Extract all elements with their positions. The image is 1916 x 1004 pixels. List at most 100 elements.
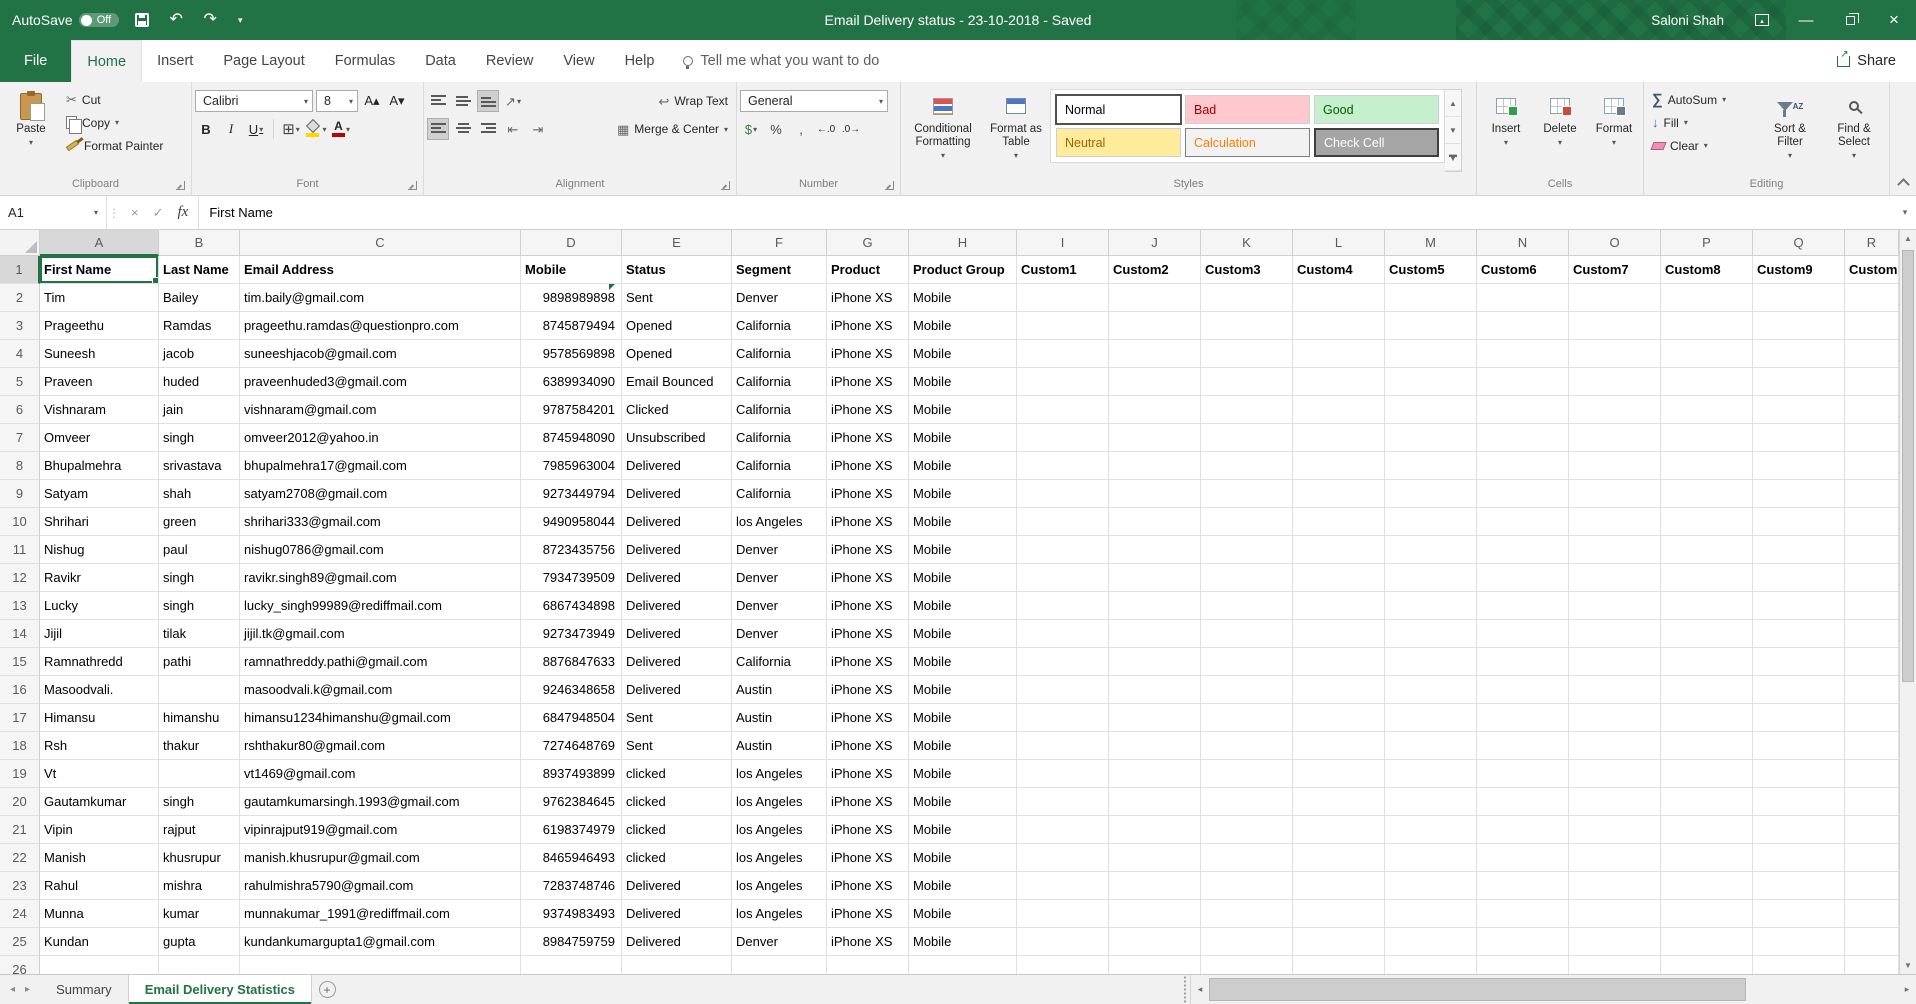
- cell-P10[interactable]: [1661, 508, 1753, 536]
- align-right-button[interactable]: [477, 118, 499, 140]
- cell-C13[interactable]: lucky_singh99989@rediffmail.com: [240, 592, 521, 620]
- cell-L22[interactable]: [1293, 844, 1385, 872]
- cell-G13[interactable]: iPhone XS: [827, 592, 909, 620]
- expand-formula-bar-button[interactable]: ▾: [1894, 196, 1916, 229]
- cell-A26[interactable]: [40, 956, 159, 974]
- cell-L8[interactable]: [1293, 452, 1385, 480]
- cell-F2[interactable]: Denver: [732, 284, 827, 312]
- cell-A8[interactable]: Bhupalmehra: [40, 452, 159, 480]
- cell-O9[interactable]: [1569, 480, 1661, 508]
- clear-button[interactable]: Clear ▾: [1647, 134, 1757, 157]
- cell-H5[interactable]: Mobile: [909, 368, 1017, 396]
- cell-G1[interactable]: Product: [827, 256, 909, 284]
- cell-O6[interactable]: [1569, 396, 1661, 424]
- cell-E17[interactable]: Sent: [622, 704, 732, 732]
- cell-M7[interactable]: [1385, 424, 1477, 452]
- cell-I12[interactable]: [1017, 564, 1109, 592]
- cell-P24[interactable]: [1661, 900, 1753, 928]
- row-header-7[interactable]: 7: [0, 424, 40, 452]
- ribbon-display-options-button[interactable]: ▴: [1740, 0, 1784, 40]
- cell-H22[interactable]: Mobile: [909, 844, 1017, 872]
- cell-B2[interactable]: Bailey: [159, 284, 240, 312]
- cell-A13[interactable]: Lucky: [40, 592, 159, 620]
- cell-E23[interactable]: Delivered: [622, 872, 732, 900]
- next-sheet-arrow[interactable]: ▸: [25, 984, 30, 995]
- cell-M8[interactable]: [1385, 452, 1477, 480]
- cell-D15[interactable]: 8876847633: [521, 648, 622, 676]
- cell-C12[interactable]: ravikr.singh89@gmail.com: [240, 564, 521, 592]
- cell-F20[interactable]: los Angeles: [732, 788, 827, 816]
- vertical-scrollbar[interactable]: ▲ ▼: [1899, 230, 1916, 974]
- cell-N10[interactable]: [1477, 508, 1569, 536]
- bold-button[interactable]: B: [195, 118, 217, 140]
- cell-B6[interactable]: jain: [159, 396, 240, 424]
- cell-Q9[interactable]: [1753, 480, 1845, 508]
- cell-G24[interactable]: iPhone XS: [827, 900, 909, 928]
- cell-D17[interactable]: 6847948504: [521, 704, 622, 732]
- cell-G22[interactable]: iPhone XS: [827, 844, 909, 872]
- cell-M4[interactable]: [1385, 340, 1477, 368]
- cell-C14[interactable]: jijil.tk@gmail.com: [240, 620, 521, 648]
- cell-I20[interactable]: [1017, 788, 1109, 816]
- cell-H6[interactable]: Mobile: [909, 396, 1017, 424]
- cell-J20[interactable]: [1109, 788, 1201, 816]
- cell-N13[interactable]: [1477, 592, 1569, 620]
- cell-N7[interactable]: [1477, 424, 1569, 452]
- cell-N14[interactable]: [1477, 620, 1569, 648]
- cell-H25[interactable]: Mobile: [909, 928, 1017, 956]
- cell-N5[interactable]: [1477, 368, 1569, 396]
- cell-F21[interactable]: los Angeles: [732, 816, 827, 844]
- cell-E5[interactable]: Email Bounced: [622, 368, 732, 396]
- cell-N17[interactable]: [1477, 704, 1569, 732]
- cell-N12[interactable]: [1477, 564, 1569, 592]
- cell-P11[interactable]: [1661, 536, 1753, 564]
- cell-E14[interactable]: Delivered: [622, 620, 732, 648]
- cell-K24[interactable]: [1201, 900, 1293, 928]
- cell-Q15[interactable]: [1753, 648, 1845, 676]
- cell-J22[interactable]: [1109, 844, 1201, 872]
- column-header-M[interactable]: M: [1385, 230, 1477, 256]
- cell-D12[interactable]: 7934739509: [521, 564, 622, 592]
- tab-review[interactable]: Review: [471, 40, 549, 82]
- horizontal-scroll-thumb[interactable]: [1209, 978, 1746, 1001]
- row-header-14[interactable]: 14: [0, 620, 40, 648]
- cell-K13[interactable]: [1201, 592, 1293, 620]
- cell-Q3[interactable]: [1753, 312, 1845, 340]
- column-header-G[interactable]: G: [827, 230, 909, 256]
- cell-O10[interactable]: [1569, 508, 1661, 536]
- cell-L18[interactable]: [1293, 732, 1385, 760]
- cell-O2[interactable]: [1569, 284, 1661, 312]
- cell-R18[interactable]: [1845, 732, 1899, 760]
- tab-formulas[interactable]: Formulas: [320, 40, 410, 82]
- cell-H21[interactable]: Mobile: [909, 816, 1017, 844]
- cell-I7[interactable]: [1017, 424, 1109, 452]
- horizontal-scrollbar[interactable]: ◂ ▸: [1190, 975, 1916, 1004]
- cell-L9[interactable]: [1293, 480, 1385, 508]
- cell-O23[interactable]: [1569, 872, 1661, 900]
- cell-O20[interactable]: [1569, 788, 1661, 816]
- cell-J12[interactable]: [1109, 564, 1201, 592]
- cell-M5[interactable]: [1385, 368, 1477, 396]
- cell-L20[interactable]: [1293, 788, 1385, 816]
- cell-O19[interactable]: [1569, 760, 1661, 788]
- column-header-I[interactable]: I: [1017, 230, 1109, 256]
- row-header-26[interactable]: 26: [0, 956, 40, 974]
- cell-K11[interactable]: [1201, 536, 1293, 564]
- cell-H3[interactable]: Mobile: [909, 312, 1017, 340]
- cell-D19[interactable]: 8937493899: [521, 760, 622, 788]
- cell-B22[interactable]: khusrupur: [159, 844, 240, 872]
- cell-H26[interactable]: [909, 956, 1017, 974]
- column-header-J[interactable]: J: [1109, 230, 1201, 256]
- cell-J23[interactable]: [1109, 872, 1201, 900]
- italic-button[interactable]: I: [220, 118, 242, 140]
- cell-D16[interactable]: 9246348658: [521, 676, 622, 704]
- cell-P1[interactable]: Custom8: [1661, 256, 1753, 284]
- cell-G6[interactable]: iPhone XS: [827, 396, 909, 424]
- cell-K17[interactable]: [1201, 704, 1293, 732]
- cell-K19[interactable]: [1201, 760, 1293, 788]
- cell-L13[interactable]: [1293, 592, 1385, 620]
- cell-F26[interactable]: [732, 956, 827, 974]
- cell-A20[interactable]: Gautamkumar: [40, 788, 159, 816]
- middle-align-button[interactable]: [452, 90, 474, 112]
- cell-F10[interactable]: los Angeles: [732, 508, 827, 536]
